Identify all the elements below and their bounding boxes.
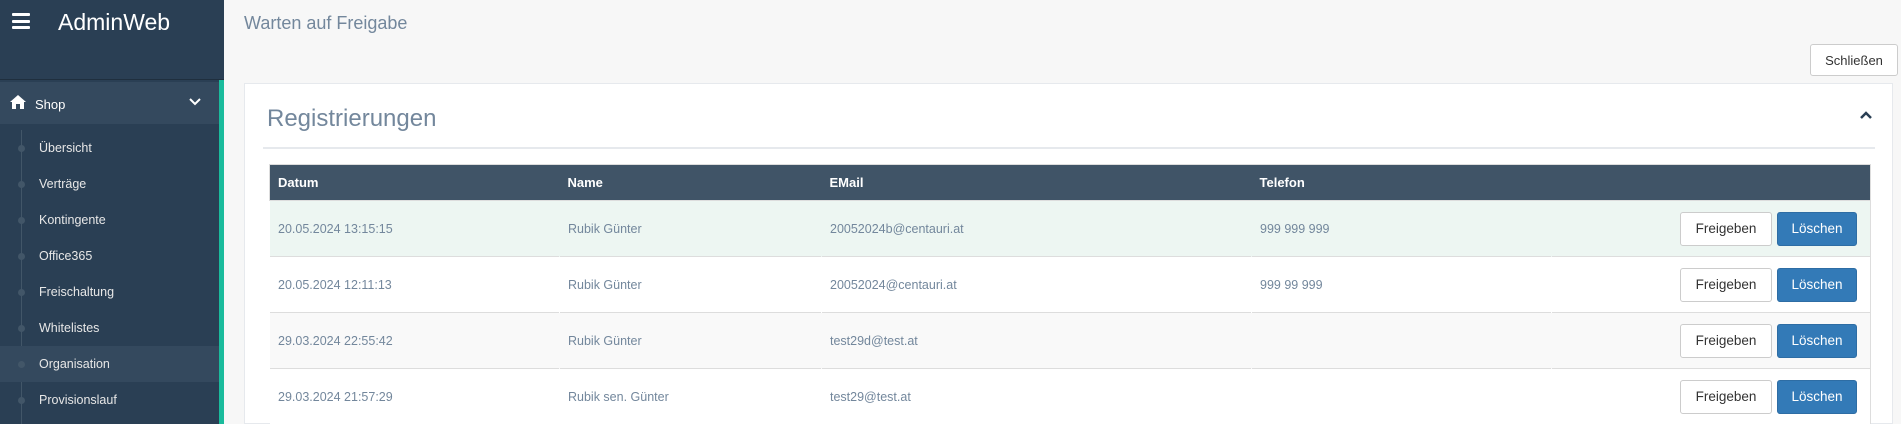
- sidebar-submenu: Übersicht Verträge Kontingente Office365…: [0, 130, 219, 424]
- cell-datum: 29.03.2024 22:55:42: [269, 312, 560, 369]
- active-section-indicator: [219, 80, 224, 424]
- table-row: 20.05.2024 12:11:13 Rubik Günter 2005202…: [269, 256, 1871, 313]
- chevron-up-icon[interactable]: [1859, 110, 1873, 120]
- cell-actions: Freigeben Löschen: [1551, 312, 1871, 369]
- close-button[interactable]: Schließen: [1810, 44, 1898, 76]
- cell-telefon: 999 99 999: [1251, 256, 1552, 313]
- column-header-telefon: Telefon: [1251, 164, 1552, 201]
- cell-email: test29@test.at: [821, 368, 1252, 424]
- sidebar-brand: AdminWeb: [0, 0, 224, 80]
- cell-email: 20052024b@centauri.at: [821, 200, 1252, 257]
- cell-datum: 29.03.2024 21:57:29: [269, 368, 560, 424]
- approve-button[interactable]: Freigeben: [1680, 267, 1772, 302]
- brand-name[interactable]: AdminWeb: [58, 9, 170, 36]
- sidebar-item-freischaltung[interactable]: Freischaltung: [0, 274, 219, 310]
- table-row: 29.03.2024 22:55:42 Rubik Günter test29d…: [269, 312, 1871, 369]
- cell-actions: Freigeben Löschen: [1551, 200, 1871, 257]
- delete-button[interactable]: Löschen: [1777, 267, 1857, 302]
- cell-email: 20052024@centauri.at: [821, 256, 1252, 313]
- delete-button[interactable]: Löschen: [1777, 379, 1857, 414]
- delete-button[interactable]: Löschen: [1777, 211, 1857, 246]
- sidebar: AdminWeb Shop Übersicht Verträge Konting…: [0, 0, 224, 424]
- registrations-table: Datum Name EMail Telefon 20.05.2024 13:1…: [269, 164, 1871, 424]
- sidebar-item-vertraege[interactable]: Verträge: [0, 166, 219, 202]
- approve-button[interactable]: Freigeben: [1680, 211, 1772, 246]
- table-row: 29.03.2024 21:57:29 Rubik sen. Günter te…: [269, 368, 1871, 424]
- sidebar-item-uebersicht[interactable]: Übersicht: [0, 130, 219, 166]
- sidebar-section-shop[interactable]: Shop: [0, 82, 219, 124]
- cell-telefon: 999 999 999: [1251, 200, 1552, 257]
- column-header-datum: Datum: [269, 164, 560, 201]
- table-header-row: Datum Name EMail Telefon: [269, 164, 1871, 201]
- cell-telefon: [1251, 368, 1552, 424]
- cell-name: Rubik Günter: [559, 256, 822, 313]
- sidebar-item-organisation[interactable]: Organisation: [0, 346, 219, 382]
- chevron-down-icon: [189, 98, 201, 106]
- cell-telefon: [1251, 312, 1552, 369]
- cell-datum: 20.05.2024 13:15:15: [269, 200, 560, 257]
- panel-divider: [263, 147, 1875, 149]
- table-row: 20.05.2024 13:15:15 Rubik Günter 2005202…: [269, 200, 1871, 257]
- sidebar-item-kontingente[interactable]: Kontingente: [0, 202, 219, 238]
- sidebar-item-whitelistes[interactable]: Whitelistes: [0, 310, 219, 346]
- sidebar-section-label: Shop: [35, 97, 66, 112]
- panel-title: Registrierungen: [267, 105, 437, 132]
- column-header-name: Name: [559, 164, 822, 201]
- cell-name: Rubik sen. Günter: [559, 368, 822, 424]
- menu-toggle-icon[interactable]: [12, 13, 30, 29]
- cell-actions: Freigeben Löschen: [1551, 368, 1871, 424]
- cell-email: test29d@test.at: [821, 312, 1252, 369]
- column-header-email: EMail: [821, 164, 1252, 201]
- sidebar-item-office365[interactable]: Office365: [0, 238, 219, 274]
- approve-button[interactable]: Freigeben: [1680, 379, 1772, 414]
- column-header-actions: [1551, 164, 1871, 201]
- cell-name: Rubik Günter: [559, 200, 822, 257]
- cell-datum: 20.05.2024 12:11:13: [269, 256, 560, 313]
- cell-actions: Freigeben Löschen: [1551, 256, 1871, 313]
- page-title: Warten auf Freigabe: [244, 13, 408, 33]
- sidebar-item-provisionslauf[interactable]: Provisionslauf: [0, 382, 219, 418]
- delete-button[interactable]: Löschen: [1777, 323, 1857, 358]
- cell-name: Rubik Günter: [559, 312, 822, 369]
- home-icon: [10, 95, 26, 109]
- registrations-panel: Registrierungen Datum Name EMail Telefon…: [244, 83, 1893, 424]
- approve-button[interactable]: Freigeben: [1680, 323, 1772, 358]
